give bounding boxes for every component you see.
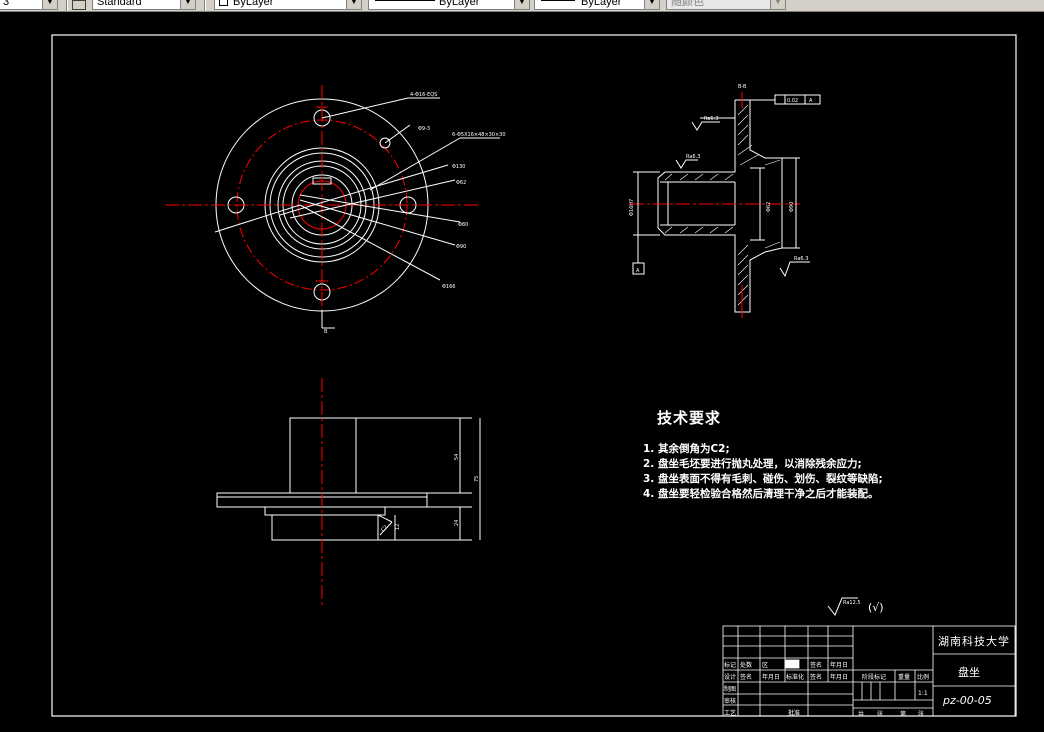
chevron-down-icon: ▼ [180,0,195,9]
dim-sec-left-label: Φ16H7 [629,199,635,216]
plotstyle-dropdown: 随颜色 ▼ [666,0,786,10]
tb-sheet-total: 共 [858,711,865,718]
part-name: 盘坐 [958,666,980,679]
text-style-dropdown[interactable]: Standard ▼ [92,0,196,10]
dim-hole-b-label: Φ9-3 [418,126,430,132]
first-dropdown[interactable]: 3 ▼ [0,0,58,10]
tb-scale: 比例 [917,674,930,681]
chevron-down-icon: ▼ [42,0,57,9]
tb-approve: 批准 [788,710,801,717]
tb-revise-date: 年月日 [830,662,849,669]
text-style-icon[interactable] [72,0,86,10]
chevron-down-icon: ▼ [770,0,785,9]
tb-drafting: 制图 [724,686,737,693]
tb-weight: 重量 [898,674,911,681]
section-view-labels: B-B 0.02 A A Ra6.3 Ra6.3 Ra6.3 Φ16H7 Φ62… [629,84,813,274]
cut-label: B [324,329,328,335]
tb-standard: 标准化 [786,674,805,681]
tech-req-item: 1. 其余倒角为C2; [643,443,730,455]
roughness-2-label: Ra6.3 [686,154,700,160]
dim-spline-label: 6-Φ5X16×48×30×30 [452,132,506,138]
tech-req-item: 4. 盘坐要轻检验合格然后清理干净之后才能装配。 [643,488,879,500]
school-name: 湖南科技大学 [938,635,1010,648]
drawing-svg: 4-Φ16-EQS Φ9-3 6-Φ5X16×48×30×30 Φ130 Φ62… [51,34,1017,717]
front-view [165,85,500,329]
tb-review: 审核 [724,698,737,705]
lineweight-dropdown[interactable]: ByLayer ▼ [534,0,660,10]
dim-sec-62-label: Φ62 [766,202,772,212]
tb-standard-date: 年月日 [830,674,849,681]
tech-req-item: 3. 盘坐表面不得有毛刺、碰伤、划伤、裂纹等缺陷; [643,473,883,485]
tb-design-sign: 签名 [740,674,753,681]
dim-h-lower-label: 24 [454,520,460,526]
tb-sheet-no: 第 [900,711,907,718]
lineweight-value: ByLayer [581,0,622,8]
roughness-1-label: Ra6.3 [704,116,718,122]
tb-scale-value: 1:1 [918,690,928,697]
tb-sheet-unit2: 张 [918,711,925,718]
dim-dia166-label: Φ166 [442,284,455,290]
linetype-swatch-icon [375,0,435,1]
roughness-note-value: Ra12.5 [843,600,861,606]
technical-requirements: 技术要求 1. 其余倒角为C2; 2. 盘坐毛坯要进行抛丸处理，以消除残余应力;… [643,407,883,502]
tb-design: 设计 [724,674,737,681]
lineweight-swatch-icon [541,0,575,1]
first-dropdown-value: 3 [3,0,10,8]
tb-revise-count: 处数 [740,662,753,669]
tb-revise-zone: 区 [762,662,769,669]
dim-h-upper-label: 54 [454,454,460,460]
properties-toolbar: 3 ▼ Standard ▼ ByLayer ▼ ByLayer ▼ ByLayer ▼ … [0,0,1044,12]
dim-dia90-label: Φ90 [456,244,466,250]
tolerance-label: 0.02 [787,98,798,104]
tb-design-date: 年月日 [762,674,781,681]
chevron-down-icon: ▼ [644,0,659,9]
color-dropdown[interactable]: ByLayer ▼ [214,0,362,10]
side-view [216,378,481,605]
toolbar-separator [204,0,206,11]
linetype-dropdown[interactable]: ByLayer ▼ [368,0,530,10]
tech-req-title: 技术要求 [657,409,722,427]
dim-chamfer-label: C2 [380,524,389,533]
dim-dia80-label: Φ80 [458,222,468,228]
section-hatch [664,104,781,306]
dim-h-small-label: 12 [395,524,401,530]
tb-stage: 阶段标记 [862,674,887,681]
dim-4holes-label: 4-Φ16-EQS [410,92,437,98]
dim-sec-90-label: Φ90 [789,202,795,212]
text-style-value: Standard [97,0,142,8]
tb-process: 工艺 [724,710,737,717]
dim-dia62-label: Φ62 [456,180,466,186]
tech-req-item: 2. 盘坐毛坯要进行抛丸处理，以消除残余应力; [643,458,862,470]
roughness-3-label: Ra6.3 [794,256,808,262]
chevron-down-icon: ▼ [514,0,529,9]
tb-revise-mark: 标记 [724,662,737,669]
color-swatch-icon [219,0,228,6]
color-value: ByLayer [233,0,274,8]
roughness-note-bracket: (√) [868,601,884,614]
plotstyle-value: 随颜色 [671,0,704,8]
drawing-canvas[interactable]: 4-Φ16-EQS Φ9-3 6-Φ5X16×48×30×30 Φ130 Φ62… [0,12,1044,732]
datum-ref-label: A [809,98,813,104]
toolbar-separator [66,0,68,11]
tb-revise-sign: 签名 [810,662,823,669]
drawing-number: pz-00-05 [943,694,992,707]
dim-dia130-label: Φ130 [452,164,465,170]
chevron-down-icon: ▼ [346,0,361,9]
tb-sheet-unit: 张 [877,711,884,718]
section-label: B-B [738,84,747,90]
dim-h-total-label: 75 [474,476,480,482]
linetype-value: ByLayer [439,0,480,8]
datum-box-label: A [636,268,640,274]
tb-standard-sign: 签名 [810,674,823,681]
